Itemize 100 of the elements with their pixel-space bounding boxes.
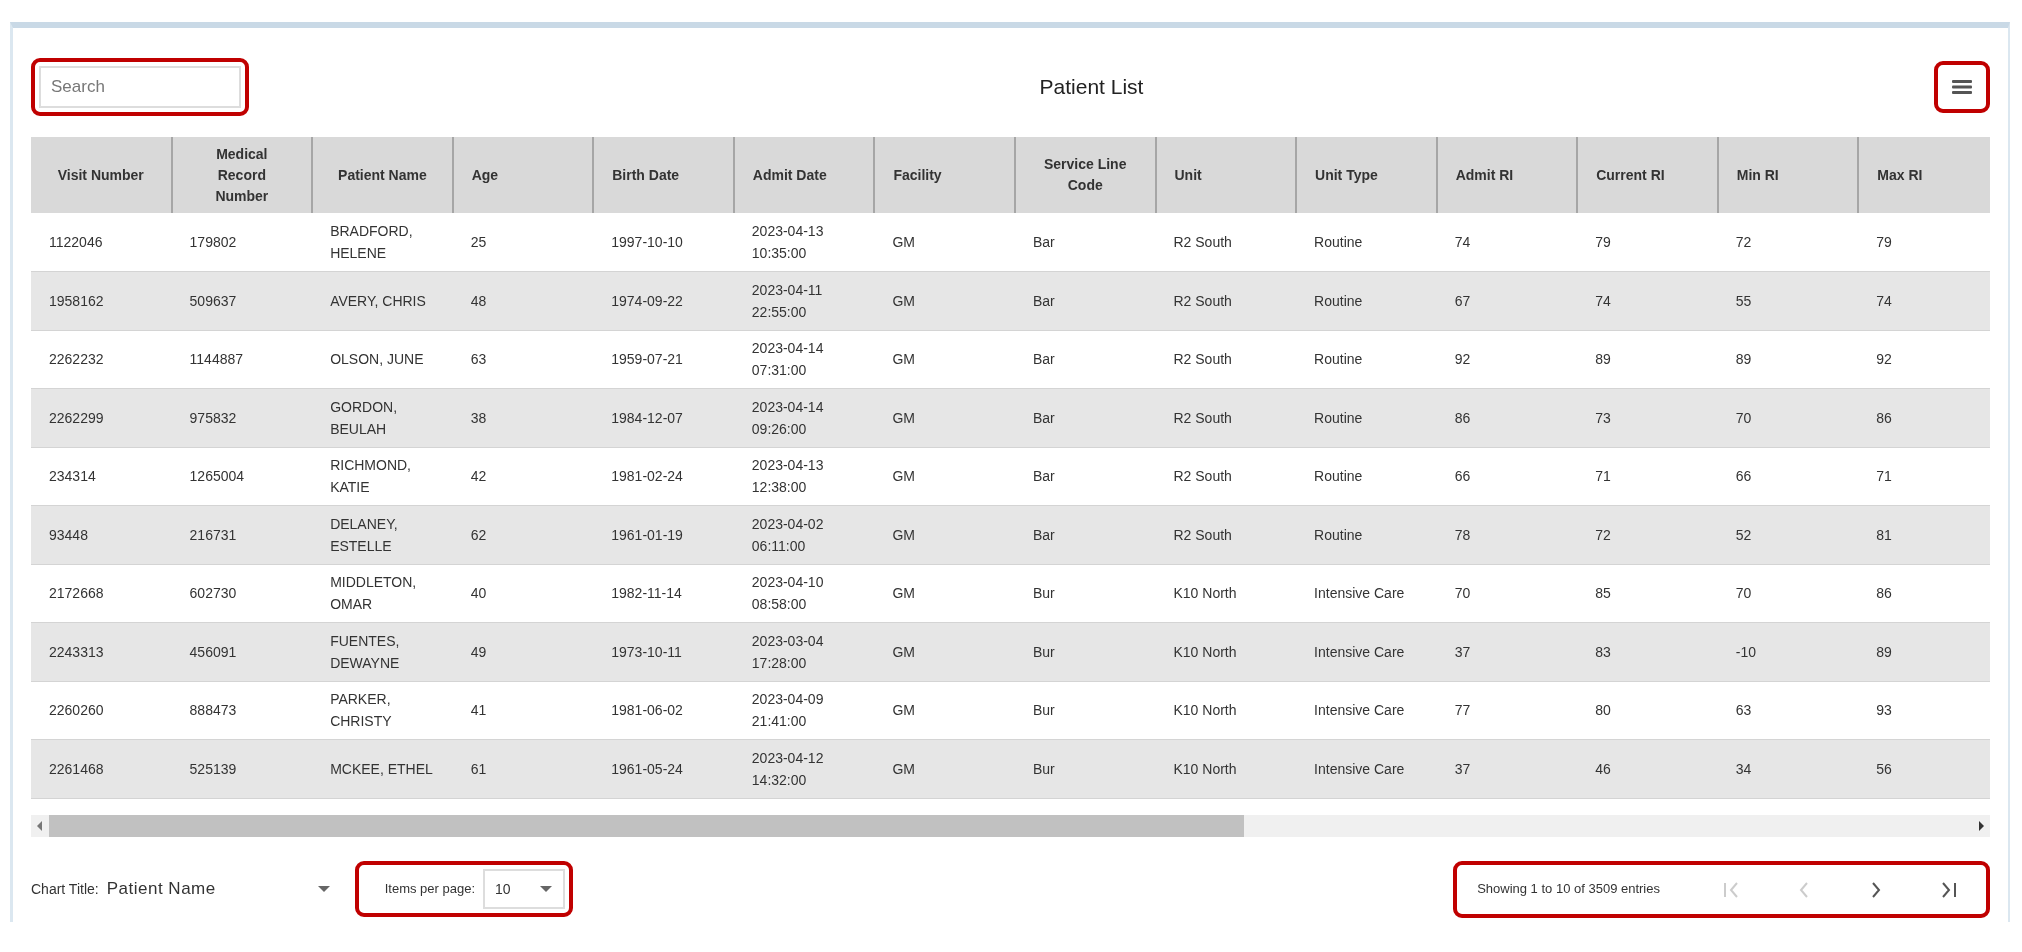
column-header[interactable]: Admit Date	[733, 137, 875, 213]
table-cell: GM	[874, 330, 1015, 389]
chart-title-dropdown[interactable]: Patient Name	[106, 876, 331, 902]
table-cell: 67	[1436, 271, 1578, 330]
table-cell: 79	[1858, 213, 1990, 272]
column-header[interactable]: Patient Name	[312, 137, 453, 213]
table-cell: 2260260	[31, 681, 172, 740]
table-cell: 79	[1577, 213, 1718, 272]
column-header[interactable]: Max RI	[1858, 137, 1990, 213]
table-cell: 80	[1577, 681, 1718, 740]
table-cell: 2023-04-11 22:55:00	[733, 271, 875, 330]
column-header[interactable]: Facility	[874, 137, 1015, 213]
table-cell: 1997-10-10	[593, 213, 734, 272]
table-cell: 179802	[171, 213, 313, 272]
table-cell: 72	[1577, 505, 1718, 564]
table-cell: 2172668	[31, 564, 172, 623]
pagination-summary: Showing 1 to 10 of 3509 entries	[1477, 880, 1660, 899]
table-cell: 509637	[171, 271, 313, 330]
table-cell: GM	[874, 213, 1015, 272]
table-cell: 1982-11-14	[593, 564, 734, 623]
table-cell: 2023-04-10 08:58:00	[733, 564, 875, 623]
table-cell: 1122046	[31, 213, 172, 272]
items-per-page-select[interactable]: 10	[483, 869, 566, 910]
column-header[interactable]: Medical Record Number	[171, 137, 313, 213]
column-header[interactable]: Unit	[1155, 137, 1297, 213]
table-cell: 86	[1858, 564, 1990, 623]
column-header[interactable]: Age	[452, 137, 594, 213]
column-header[interactable]: Unit Type	[1296, 137, 1437, 213]
table-cell: Intensive Care	[1296, 622, 1437, 681]
table-cell: FUENTES, DEWAYNE	[312, 622, 453, 681]
table-cell: R2 South	[1155, 505, 1297, 564]
table-cell: 1959-07-21	[593, 330, 734, 389]
table-cell: MIDDLETON, OMAR	[312, 564, 453, 623]
chart-title-label: Chart Title:	[31, 879, 99, 899]
table-cell: R2 South	[1155, 271, 1297, 330]
table-cell: Bur	[1014, 622, 1156, 681]
table-cell: 1265004	[171, 447, 313, 506]
table-cell: 37	[1436, 739, 1578, 798]
horizontal-scrollbar[interactable]	[31, 814, 1990, 837]
table-cell: RICHMOND, KATIE	[312, 447, 453, 506]
table-cell: 63	[452, 330, 594, 389]
table-cell: K10 North	[1155, 739, 1297, 798]
column-header[interactable]: Min RI	[1717, 137, 1859, 213]
table-cell: 56	[1858, 739, 1990, 798]
table-cell: 34	[1717, 739, 1859, 798]
table-cell: 2023-04-14 07:31:00	[733, 330, 875, 389]
column-header[interactable]: Service Line Code	[1014, 137, 1156, 213]
table-cell: Intensive Care	[1296, 681, 1437, 740]
scrollbar-thumb[interactable]	[49, 814, 1244, 837]
table-cell: 93	[1858, 681, 1990, 740]
table-cell: 74	[1436, 213, 1578, 272]
column-header[interactable]: Current RI	[1577, 137, 1718, 213]
table-cell: 92	[1436, 330, 1578, 389]
table-cell: OLSON, JUNE	[312, 330, 453, 389]
table-cell: 85	[1577, 564, 1718, 623]
table-cell: Intensive Care	[1296, 739, 1437, 798]
table-cell: 25	[452, 213, 594, 272]
table-cell: Bar	[1014, 447, 1156, 506]
table-cell: 975832	[171, 388, 313, 447]
table-cell: 1981-06-02	[593, 681, 734, 740]
table-cell: 1973-10-11	[593, 622, 734, 681]
table-cell: 2023-04-12 14:32:00	[733, 739, 875, 798]
table-cell: PARKER, CHRISTY	[312, 681, 453, 740]
column-header[interactable]: Admit RI	[1436, 137, 1578, 213]
table-cell: 1974-09-22	[593, 271, 734, 330]
items-per-page-label: Items per page:	[384, 880, 476, 899]
table-cell: MCKEE, ETHEL	[312, 739, 453, 798]
table-cell: Bur	[1014, 739, 1156, 798]
column-header[interactable]: Birth Date	[593, 137, 734, 213]
table-cell: 41	[452, 681, 594, 740]
table-cell: 81	[1858, 505, 1990, 564]
table-cell: Bar	[1014, 330, 1156, 389]
table-cell: 93448	[31, 505, 172, 564]
table-cell: Routine	[1296, 330, 1437, 389]
table-cell: 62	[452, 505, 594, 564]
table-cell: 2023-04-02 06:11:00	[733, 505, 875, 564]
table-cell: BRADFORD, HELENE	[312, 213, 453, 272]
table-cell: Routine	[1296, 505, 1437, 564]
table-cell: -10	[1717, 622, 1859, 681]
table-cell: Bur	[1014, 564, 1156, 623]
table-cell: 602730	[171, 564, 313, 623]
table-cell: GM	[874, 739, 1015, 798]
table-cell: 888473	[171, 681, 313, 740]
search-field[interactable]: Search	[39, 65, 241, 108]
table-cell: AVERY, CHRIS	[312, 271, 453, 330]
table-cell: 71	[1577, 447, 1718, 506]
table-cell: 2261468	[31, 739, 172, 798]
table-cell: 66	[1717, 447, 1859, 506]
column-header[interactable]: Visit Number	[31, 137, 172, 213]
table-cell: Bar	[1014, 388, 1156, 447]
table-cell: 70	[1436, 564, 1578, 623]
table-cell: 78	[1436, 505, 1578, 564]
table-cell: 2023-04-09 21:41:00	[733, 681, 875, 740]
table-cell: GORDON, BEULAH	[312, 388, 453, 447]
dropdown-caret-icon	[539, 885, 554, 894]
table-cell: K10 North	[1155, 681, 1297, 740]
table-cell: 55	[1717, 271, 1859, 330]
table-cell: 89	[1717, 330, 1859, 389]
table-cell: 1984-12-07	[593, 388, 734, 447]
table-cell: 1981-02-24	[593, 447, 734, 506]
